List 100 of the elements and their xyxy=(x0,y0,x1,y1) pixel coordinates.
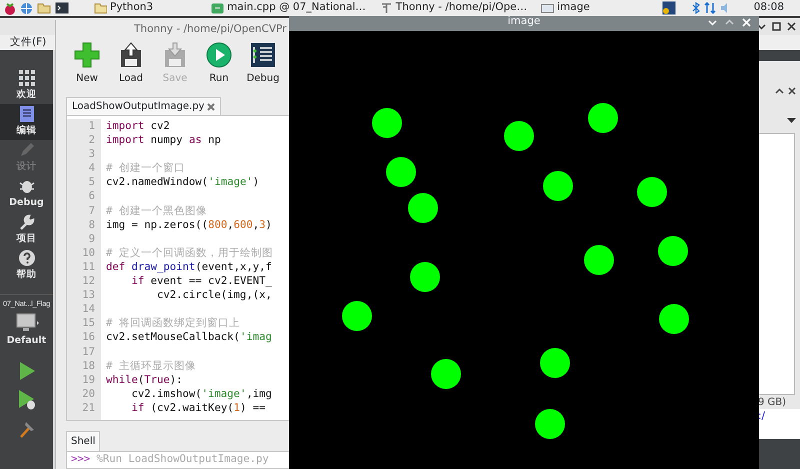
run-button[interactable] xyxy=(18,361,36,382)
line-number: 17 xyxy=(67,344,101,359)
code-line: # 创建一个窗口 xyxy=(105,161,185,176)
taskbar-button[interactable]: Python3 xyxy=(89,0,158,16)
line-number: 8 xyxy=(67,218,101,232)
floppy-download-icon xyxy=(162,42,188,68)
toolbar-background xyxy=(758,50,800,61)
close-icon xyxy=(742,18,751,27)
code-line: # 创建一个黑色图像 xyxy=(105,204,207,218)
tab-close-button[interactable] xyxy=(207,102,216,110)
close-icon xyxy=(787,22,796,31)
line-number: 14 xyxy=(67,302,101,316)
close-icon xyxy=(207,102,216,110)
code-line: cv2.namedWindow('image') xyxy=(105,175,260,190)
raspberry-icon[interactable] xyxy=(4,2,16,14)
code-line: cv2.setMouseCallback('imag xyxy=(105,330,272,344)
monitor-icon xyxy=(14,313,40,334)
code-line: # 定义一个回调函数，用于绘制图 xyxy=(105,246,273,260)
line-number: 16 xyxy=(67,330,101,344)
thonny-app-icon xyxy=(380,2,393,14)
line-number: 9 xyxy=(67,232,101,246)
mode-tab[interactable]: 帮助 xyxy=(0,248,53,284)
dot xyxy=(372,108,402,138)
close-icon xyxy=(788,87,796,95)
vnc-icon[interactable] xyxy=(662,1,676,15)
chevron-down-icon xyxy=(757,22,766,31)
dot xyxy=(540,348,570,378)
storage-text: 9 GB) xyxy=(758,396,788,409)
list-icon xyxy=(250,42,276,68)
wrench-icon xyxy=(18,213,36,232)
shell-tab[interactable]: Shell xyxy=(66,431,100,451)
code-line: # 主循环显示图像 xyxy=(105,358,196,373)
window-title: Thonny - /home/pi/OpenCVPr xyxy=(133,22,288,38)
code-line: cv2.imshow('image',img xyxy=(130,386,272,401)
line-number: 13 xyxy=(67,288,101,302)
window-icon xyxy=(541,2,554,14)
debug-run-button[interactable] xyxy=(16,389,36,412)
dot xyxy=(342,301,372,331)
help-icon xyxy=(18,249,36,268)
mode-tab[interactable]: 欢迎 xyxy=(0,68,53,104)
line-number: 18 xyxy=(67,358,101,373)
caret-down-icon xyxy=(787,118,796,124)
line-number: 19 xyxy=(67,372,101,387)
code-line: def draw_point(event,x,y,f xyxy=(105,260,272,274)
file-tab[interactable]: LoadShowOutputImage.py xyxy=(66,97,222,115)
mode-tab[interactable]: 项目 xyxy=(0,212,53,248)
dot xyxy=(584,245,614,275)
code-line: while(True): xyxy=(105,372,183,387)
bluetooth-icon[interactable] xyxy=(692,2,700,14)
dot xyxy=(637,177,667,207)
code-line: import numpy as np xyxy=(105,133,221,148)
kit-selector[interactable]: Default xyxy=(0,309,53,354)
grid-icon xyxy=(18,69,36,88)
line-number: 20 xyxy=(67,386,101,401)
taskbar-button[interactable]: image xyxy=(536,0,595,16)
dot xyxy=(504,121,534,151)
minimize-button[interactable] xyxy=(757,22,766,31)
play-icon xyxy=(18,361,36,382)
line-number: 21 xyxy=(67,400,101,415)
line-number: 3 xyxy=(67,147,101,162)
line-number: 15 xyxy=(67,316,101,330)
maximize-icon xyxy=(772,22,781,31)
menu-item[interactable]: 文件(F) xyxy=(10,34,46,50)
taskbar-button[interactable]: Thonny - /home/pi/Ope… xyxy=(374,0,532,16)
code-line: cv2.circle(img,(x, xyxy=(156,288,272,302)
dot xyxy=(431,359,461,389)
chevron-down-icon xyxy=(708,18,717,27)
play-bug-icon xyxy=(16,389,36,412)
toolbar-button[interactable]: New xyxy=(72,42,102,92)
path-text: :/ xyxy=(758,409,800,439)
code-line: import cv2 xyxy=(105,119,170,134)
document-icon xyxy=(18,105,36,124)
network-icon[interactable] xyxy=(704,2,716,14)
line-number: 6 xyxy=(67,189,101,204)
code-line: if (cv2.waitKey(1) == xyxy=(130,400,266,415)
mode-tab[interactable]: Debug xyxy=(0,176,53,212)
taskbar-button[interactable]: main.cpp @ 07_National… xyxy=(206,0,371,16)
code-line: img = np.zeros((800,600,3) xyxy=(105,218,272,232)
line-number: 10 xyxy=(67,246,101,260)
line-number: 5 xyxy=(67,175,101,190)
maximize-button[interactable] xyxy=(772,22,781,31)
dot xyxy=(410,262,440,292)
toolbar-button[interactable]: Load xyxy=(116,42,146,92)
dot xyxy=(659,304,689,334)
play-icon xyxy=(206,42,232,68)
window-title: image xyxy=(508,14,540,29)
terminal-icon[interactable] xyxy=(55,2,69,14)
clock: 08:08 xyxy=(754,0,784,16)
toolbar-button[interactable]: Run xyxy=(204,42,234,92)
line-number: 7 xyxy=(67,204,101,218)
line-number: 1 xyxy=(67,119,101,134)
close-button[interactable] xyxy=(787,22,796,31)
toolbar-button[interactable]: Debug xyxy=(248,42,278,92)
dropdown-button[interactable] xyxy=(787,118,796,124)
mode-tab[interactable]: 编辑 xyxy=(0,104,53,140)
floppy-upload-icon xyxy=(118,42,144,68)
globe-icon[interactable] xyxy=(20,2,33,14)
plus-icon xyxy=(74,42,100,68)
line-number: 12 xyxy=(67,274,101,288)
dot xyxy=(543,171,573,201)
